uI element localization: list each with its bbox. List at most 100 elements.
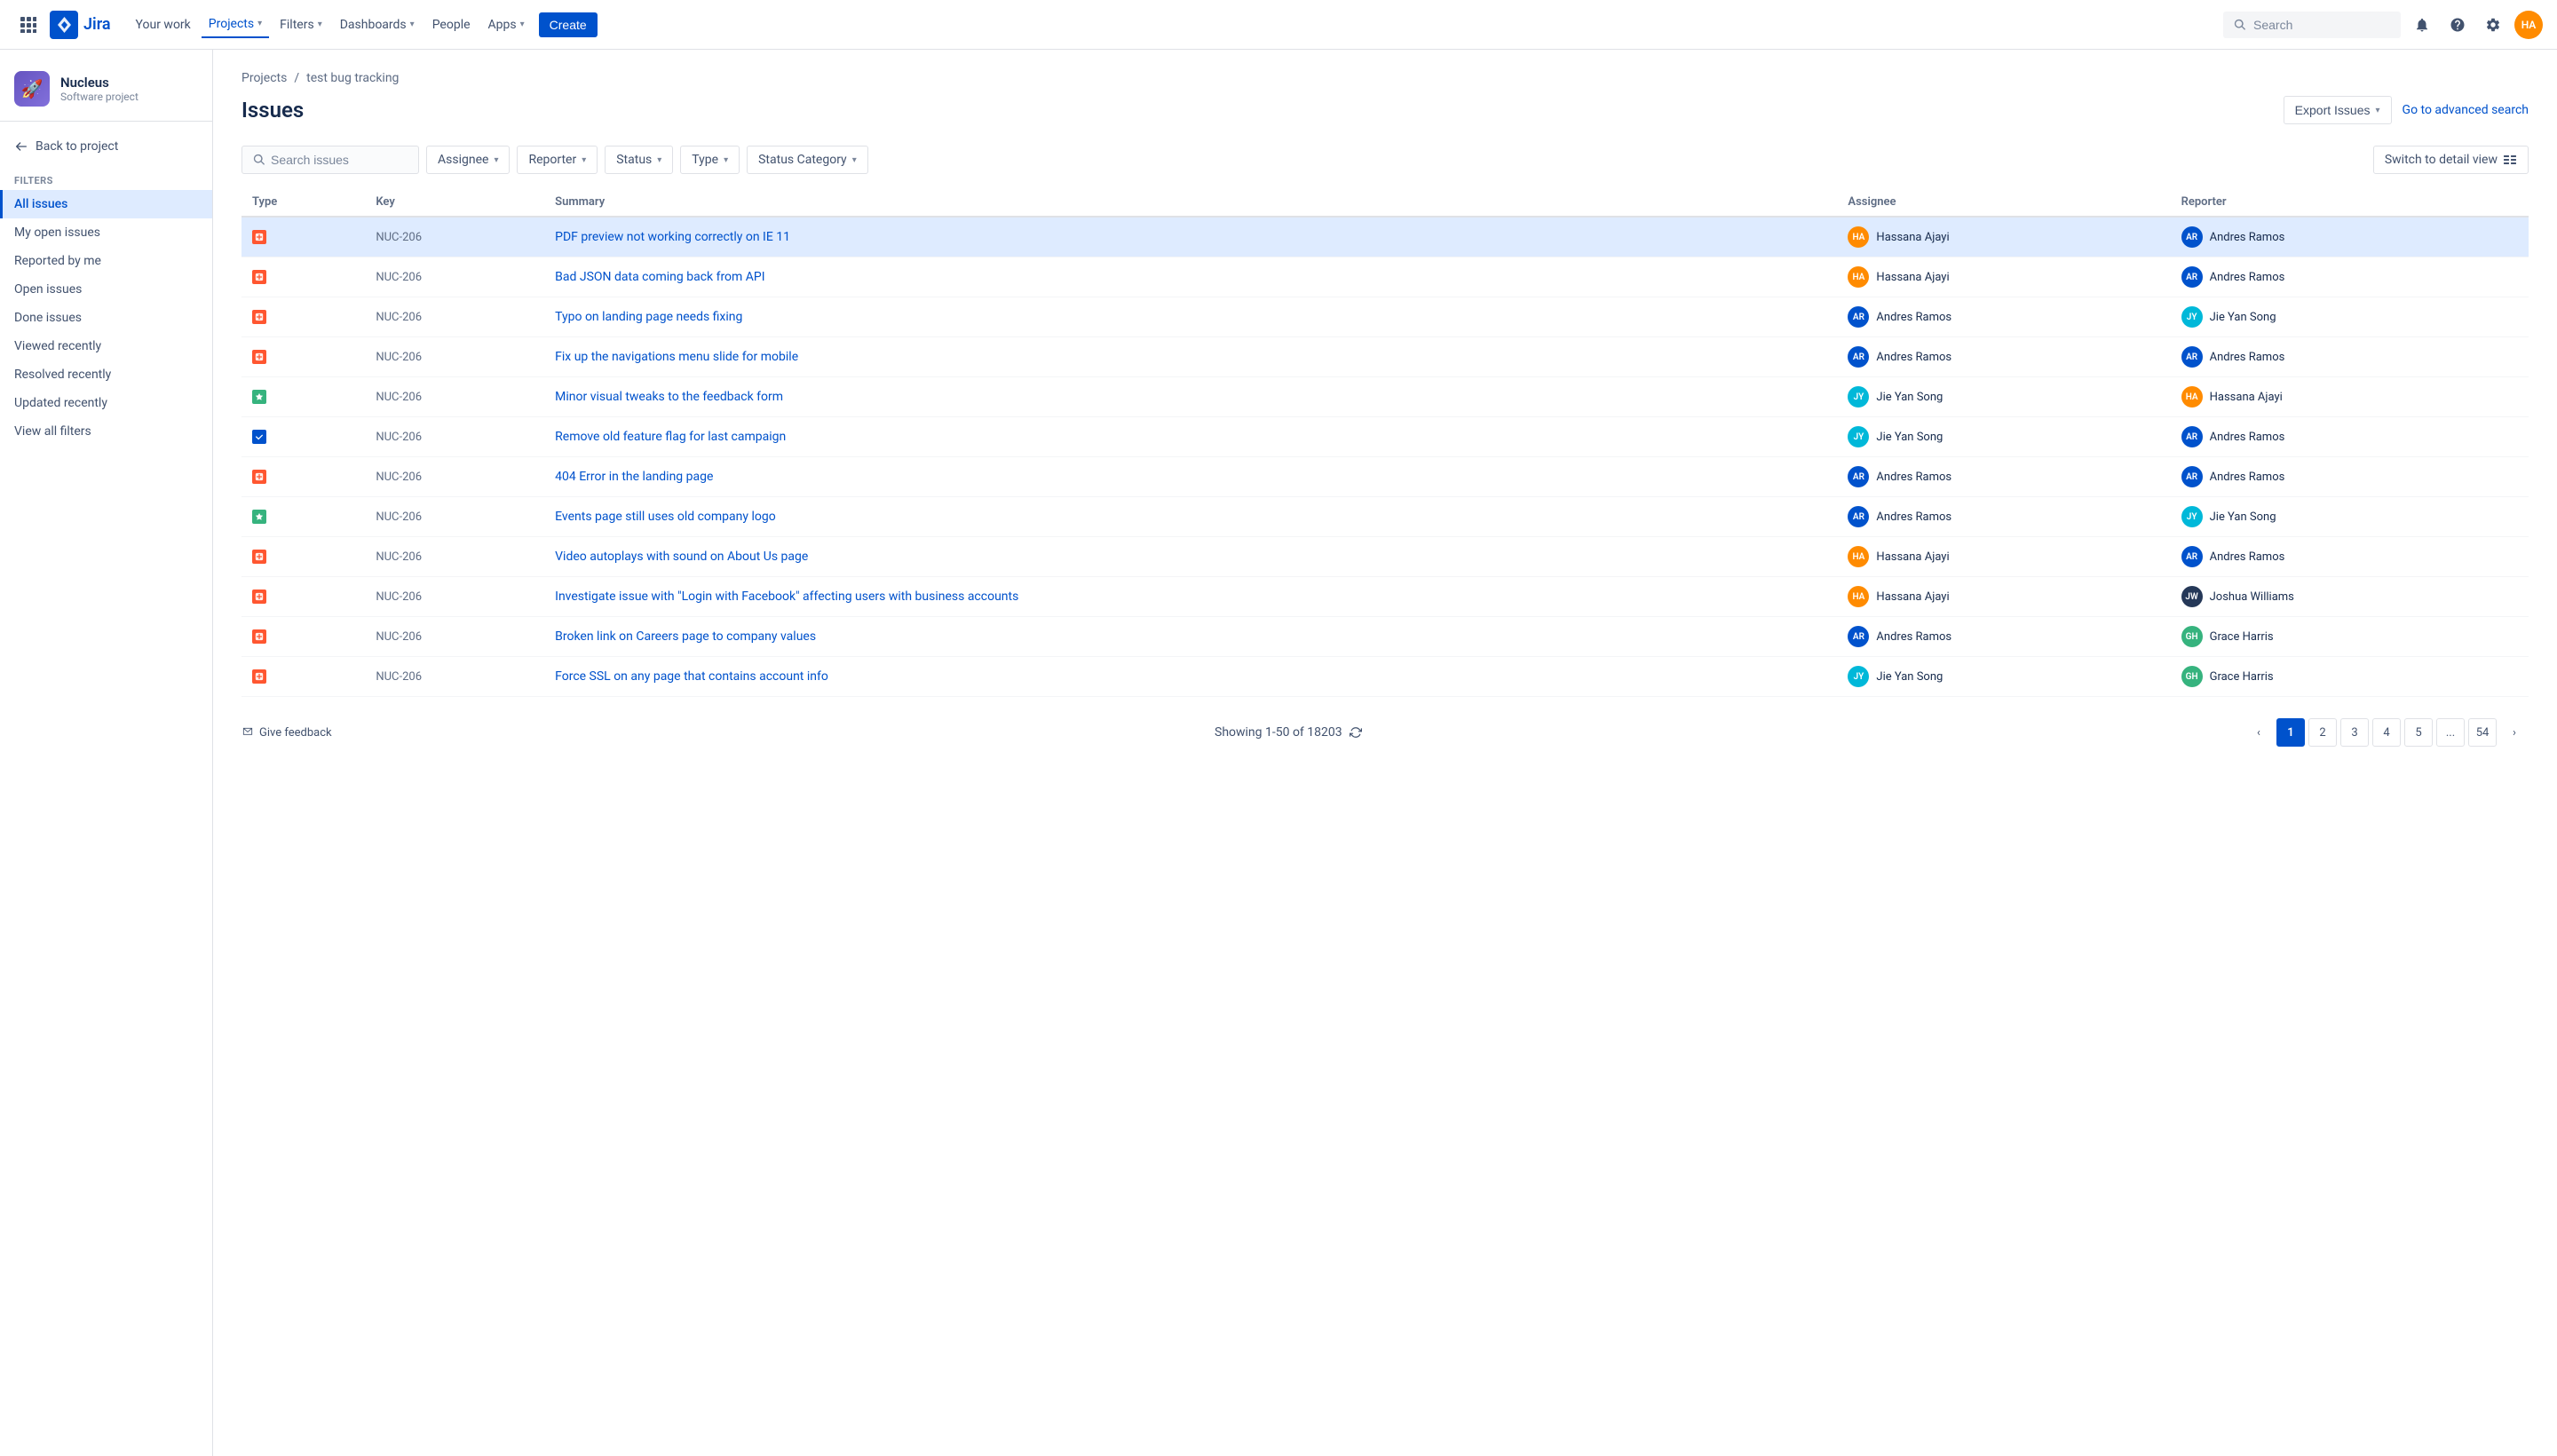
- project-name: Nucleus: [60, 75, 139, 91]
- col-type[interactable]: Type: [241, 188, 365, 217]
- sidebar-item-my-open-issues[interactable]: My open issues: [0, 218, 212, 247]
- back-to-project-button[interactable]: Back to project: [0, 132, 212, 161]
- assignee-filter[interactable]: Assignee ▾: [426, 146, 510, 174]
- issue-summary[interactable]: Minor visual tweaks to the feedback form: [555, 390, 783, 404]
- sidebar-item-updated-recently[interactable]: Updated recently: [0, 389, 212, 417]
- issue-summary[interactable]: Fix up the navigations menu slide for mo…: [555, 350, 798, 364]
- prev-page-button[interactable]: ‹: [2244, 718, 2273, 747]
- table-row[interactable]: NUC-206 Video autoplays with sound on Ab…: [241, 537, 2529, 577]
- page-54-button[interactable]: 54: [2468, 718, 2497, 747]
- global-search[interactable]: [2223, 12, 2401, 38]
- next-page-button[interactable]: ›: [2500, 718, 2529, 747]
- col-summary[interactable]: Summary: [544, 188, 1837, 217]
- give-feedback-button[interactable]: Give feedback: [241, 726, 332, 740]
- assignee-avatar: HA: [1848, 266, 1869, 288]
- table-row[interactable]: NUC-206 Bad JSON data coming back from A…: [241, 257, 2529, 297]
- issue-summary[interactable]: Video autoplays with sound on About Us p…: [555, 550, 808, 564]
- notifications-button[interactable]: [2408, 11, 2436, 39]
- sidebar-item-done-issues[interactable]: Done issues: [0, 304, 212, 332]
- sidebar-item-all-issues[interactable]: All issues: [0, 190, 212, 218]
- table-row[interactable]: NUC-206 PDF preview not working correctl…: [241, 217, 2529, 257]
- detail-view-button[interactable]: Switch to detail view: [2373, 146, 2529, 174]
- table-row[interactable]: NUC-206 Minor visual tweaks to the feedb…: [241, 377, 2529, 417]
- table-row[interactable]: NUC-206 Force SSL on any page that conta…: [241, 657, 2529, 697]
- issue-key: NUC-206: [376, 510, 422, 524]
- breadcrumb-project-name[interactable]: test bug tracking: [306, 71, 399, 85]
- nav-dashboards[interactable]: Dashboards ▾: [333, 12, 422, 37]
- grid-icon[interactable]: [14, 11, 43, 39]
- issue-summary[interactable]: Investigate issue with "Login with Faceb…: [555, 590, 1018, 604]
- assignee-name: Jie Yan Song: [1876, 391, 1943, 404]
- reporter-avatar: GH: [2181, 626, 2203, 647]
- issue-summary[interactable]: Typo on landing page needs fixing: [555, 310, 742, 324]
- nav-projects[interactable]: Projects ▾: [202, 12, 269, 38]
- assignee-avatar: JY: [1848, 426, 1869, 447]
- table-row[interactable]: NUC-206 Investigate issue with "Login wi…: [241, 577, 2529, 617]
- pagination-controls: ‹ 1 2 3 4 5 ... 54 ›: [2244, 718, 2529, 747]
- issue-summary[interactable]: Events page still uses old company logo: [555, 510, 776, 524]
- type-filter-label: Type: [692, 153, 718, 167]
- nav-people[interactable]: People: [425, 12, 478, 37]
- breadcrumb-projects[interactable]: Projects: [241, 71, 287, 85]
- status-filter[interactable]: Status ▾: [605, 146, 673, 174]
- issue-type-icon: [252, 390, 266, 404]
- nav-filters[interactable]: Filters ▾: [273, 12, 329, 37]
- col-key[interactable]: Key: [365, 188, 544, 217]
- search-issues-input[interactable]: [271, 153, 386, 167]
- help-button[interactable]: [2443, 11, 2472, 39]
- cell-summary: Broken link on Careers page to company v…: [544, 617, 1837, 657]
- reporter-name: Andres Ramos: [2210, 550, 2285, 564]
- table-row[interactable]: NUC-206 Typo on landing page needs fixin…: [241, 297, 2529, 337]
- export-issues-button[interactable]: Export Issues ▾: [2284, 96, 2392, 124]
- user-avatar[interactable]: HA: [2514, 11, 2543, 39]
- table-row[interactable]: NUC-206 Remove old feature flag for last…: [241, 417, 2529, 457]
- issue-summary[interactable]: Bad JSON data coming back from API: [555, 270, 764, 284]
- cell-type: [241, 257, 365, 297]
- cell-type: [241, 217, 365, 257]
- reporter-filter[interactable]: Reporter ▾: [517, 146, 598, 174]
- page-header: Issues Export Issues ▾ Go to advanced se…: [241, 96, 2529, 124]
- col-reporter[interactable]: Reporter: [2171, 188, 2529, 217]
- advanced-search-link[interactable]: Go to advanced search: [2403, 103, 2529, 117]
- table-row[interactable]: NUC-206 404 Error in the landing page AR…: [241, 457, 2529, 497]
- reporter-name: Andres Ramos: [2210, 231, 2285, 244]
- table-row[interactable]: NUC-206 Broken link on Careers page to c…: [241, 617, 2529, 657]
- sidebar-item-open-issues[interactable]: Open issues: [0, 275, 212, 304]
- reported-by-me-label: Reported by me: [14, 254, 101, 268]
- settings-button[interactable]: [2479, 11, 2507, 39]
- table-row[interactable]: NUC-206 Fix up the navigations menu slid…: [241, 337, 2529, 377]
- sidebar-item-viewed-recently[interactable]: Viewed recently: [0, 332, 212, 360]
- issue-summary[interactable]: Force SSL on any page that contains acco…: [555, 669, 828, 684]
- col-assignee[interactable]: Assignee: [1837, 188, 2170, 217]
- nav-apps[interactable]: Apps ▾: [481, 12, 532, 37]
- view-all-filters-label: View all filters: [14, 424, 91, 439]
- page-3-button[interactable]: 3: [2340, 718, 2369, 747]
- page-5-button[interactable]: 5: [2404, 718, 2433, 747]
- status-category-filter[interactable]: Status Category ▾: [747, 146, 868, 174]
- issue-summary[interactable]: 404 Error in the landing page: [555, 470, 713, 484]
- export-chevron: ▾: [2376, 106, 2380, 115]
- table-row[interactable]: NUC-206 Events page still uses old compa…: [241, 497, 2529, 537]
- cell-key: NUC-206: [365, 377, 544, 417]
- search-issues-container[interactable]: [241, 146, 419, 174]
- jira-logo[interactable]: Jira: [50, 11, 111, 39]
- page-1-button[interactable]: 1: [2276, 718, 2305, 747]
- refresh-icon[interactable]: [1350, 726, 1362, 739]
- page-2-button[interactable]: 2: [2308, 718, 2337, 747]
- open-issues-label: Open issues: [14, 282, 82, 297]
- assignee-name: Andres Ramos: [1876, 351, 1951, 364]
- issue-summary[interactable]: PDF preview not working correctly on IE …: [555, 230, 790, 244]
- search-input[interactable]: [2253, 18, 2378, 32]
- nav-your-work[interactable]: Your work: [129, 12, 198, 37]
- type-filter[interactable]: Type ▾: [680, 146, 740, 174]
- page-4-button[interactable]: 4: [2372, 718, 2401, 747]
- sidebar-item-resolved-recently[interactable]: Resolved recently: [0, 360, 212, 389]
- done-issues-label: Done issues: [14, 311, 82, 325]
- cell-reporter: JY Jie Yan Song: [2171, 497, 2529, 537]
- create-button[interactable]: Create: [539, 12, 598, 37]
- issue-summary[interactable]: Broken link on Careers page to company v…: [555, 629, 816, 644]
- cell-type: [241, 617, 365, 657]
- issue-summary[interactable]: Remove old feature flag for last campaig…: [555, 430, 786, 444]
- sidebar-item-view-all-filters[interactable]: View all filters: [0, 417, 212, 446]
- sidebar-item-reported-by-me[interactable]: Reported by me: [0, 247, 212, 275]
